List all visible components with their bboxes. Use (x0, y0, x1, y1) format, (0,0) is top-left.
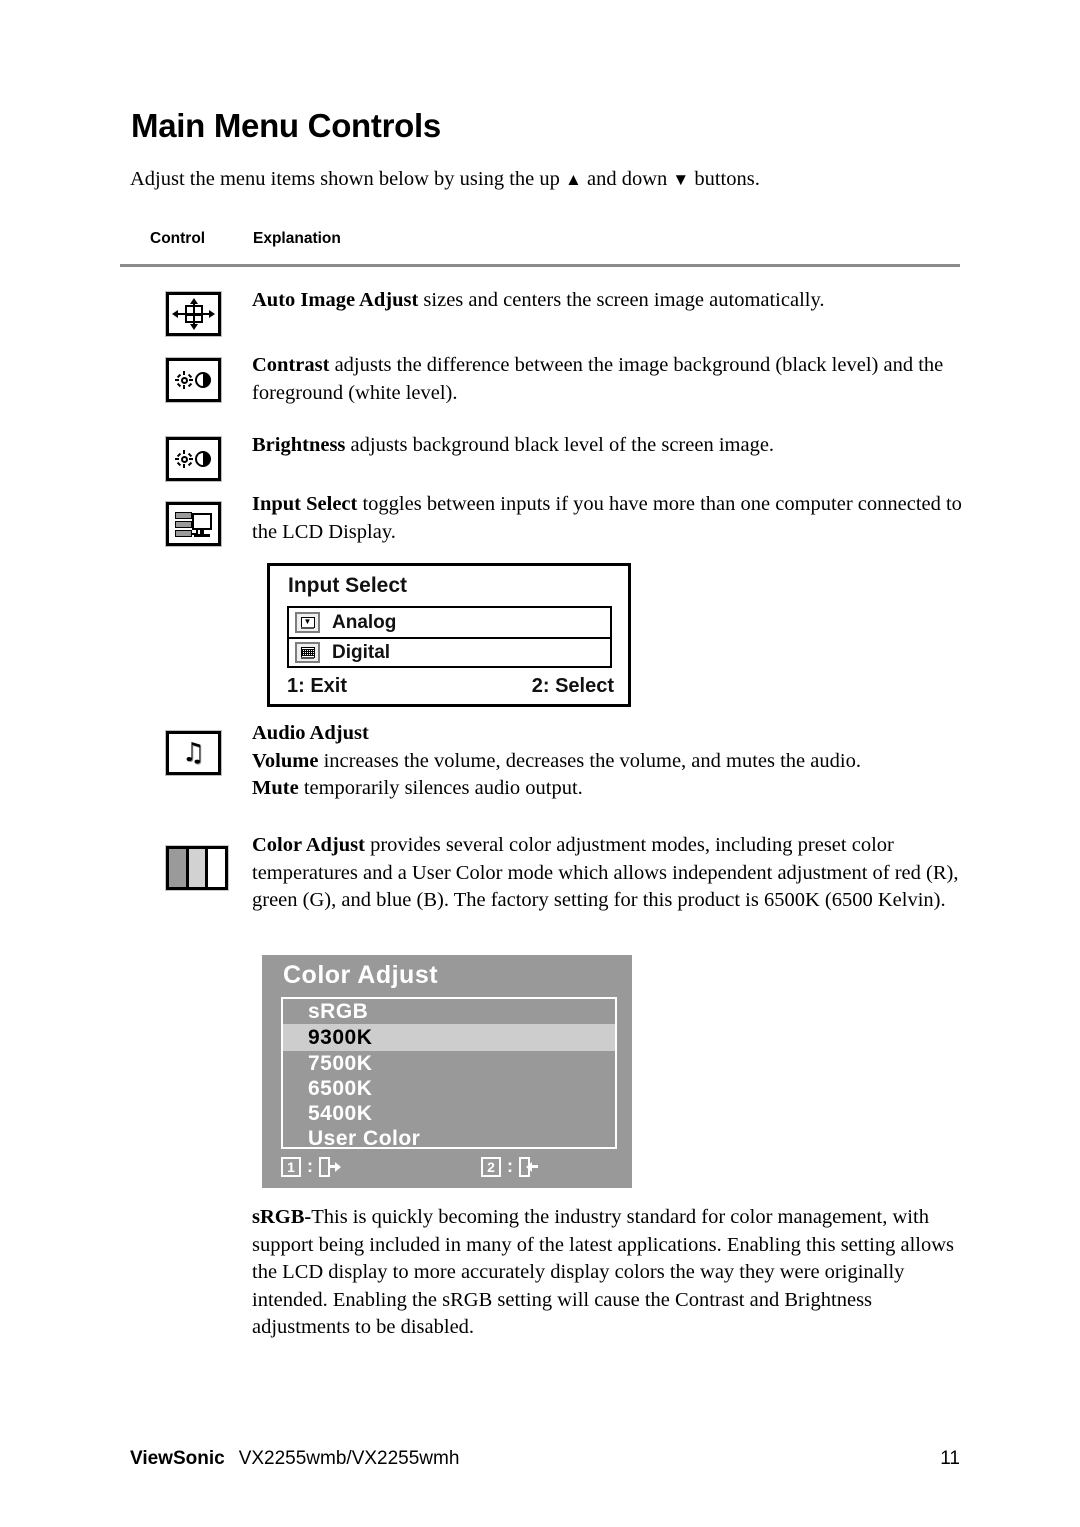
control-description-audio-adjust: Audio Adjust Volume increases the volume… (252, 720, 964, 803)
osd-option-label: Digital (332, 641, 391, 663)
srgb-paragraph: sRGB-This is quickly becoming the indust… (252, 1204, 964, 1342)
intro-suffix: buttons. (689, 168, 760, 190)
down-triangle-icon: ▼ (672, 170, 690, 189)
control-description-input-select: Input Select toggles between inputs if y… (252, 491, 964, 546)
music-note-glyph: ♫ (181, 738, 206, 768)
control-description-color-adjust: Color Adjust provides several color adju… (252, 832, 964, 915)
control-body: adjusts the difference between the image… (252, 354, 944, 404)
control-description-brightness: Brightness adjusts background black leve… (252, 432, 964, 460)
osd-option-5400k[interactable]: 5400K (283, 1101, 615, 1126)
osd-title: Input Select (288, 574, 408, 597)
contrast-icon (166, 358, 221, 402)
input-select-osd-panel: Input Select ▼ Analog Digital 1: Exit 2:… (267, 563, 631, 707)
control-body: sizes and centers the screen image autom… (418, 289, 825, 311)
osd-option-srgb[interactable]: sRGB (283, 999, 615, 1024)
control-body-volume: increases the volume, decreases the volu… (318, 749, 861, 772)
control-body: adjusts background black level of the sc… (345, 434, 775, 456)
monitor-analog-icon: ▼ (295, 612, 320, 633)
osd-footer: 1: 2: (281, 1156, 614, 1182)
srgb-body: This is quickly becoming the industry st… (252, 1206, 955, 1338)
up-triangle-icon: ▲ (565, 170, 582, 189)
control-term: Color Adjust (252, 834, 365, 856)
control-description-contrast: Contrast adjusts the difference between … (252, 352, 964, 407)
osd-option-label: 5400K (308, 1101, 373, 1125)
control-term: Brightness (252, 434, 346, 456)
enter-door-arrow-in-icon (519, 1156, 541, 1177)
osd-footer-key-2[interactable]: 2: (481, 1156, 541, 1177)
sun-glyph (175, 371, 193, 389)
intro-sentence: Adjust the menu items shown below by usi… (130, 168, 760, 191)
page-number: 11 (940, 1448, 960, 1469)
intro-middle: and down (581, 168, 673, 190)
control-term: Auto Image Adjust (252, 289, 419, 311)
osd-option-label: 6500K (308, 1076, 373, 1100)
input-select-icon (166, 502, 221, 546)
half-circle-glyph (195, 372, 211, 388)
control-term: Contrast (252, 354, 330, 376)
key-2-separator: : (507, 1156, 513, 1176)
control-term: Input Select (252, 493, 358, 515)
control-description-auto-image-adjust: Auto Image Adjust sizes and centers the … (252, 287, 964, 315)
osd-footer-select[interactable]: 2: Select (532, 675, 614, 698)
osd-footer-exit[interactable]: 1: Exit (287, 675, 347, 698)
page-footer: ViewSonic VX2255wmb/VX2255wmh 11 (130, 1448, 960, 1470)
control-body-mute: temporarily silences audio output. (298, 777, 583, 799)
osd-option-label: 7500K (308, 1051, 373, 1075)
monitor-digital-icon (295, 642, 320, 663)
osd-option-list: sRGB 9300K 7500K 6500K 5400K User Color (281, 997, 617, 1151)
osd-title: Color Adjust (283, 961, 439, 989)
osd-option-analog[interactable]: ▼ Analog (289, 608, 610, 637)
key-1-cap: 1 (281, 1156, 301, 1177)
page-title: Main Menu Controls (131, 107, 441, 144)
osd-option-label: 9300K (308, 1025, 373, 1049)
osd-footer: 1: Exit 2: Select (287, 675, 614, 698)
control-body: toggles between inputs if you have more … (252, 493, 962, 543)
column-header-explanation: Explanation (253, 230, 341, 247)
osd-option-7500k[interactable]: 7500K (283, 1051, 615, 1076)
key-2-cap: 2 (481, 1156, 501, 1177)
column-header-control: Control (150, 230, 206, 247)
osd-option-9300k[interactable]: 9300K (283, 1024, 615, 1051)
osd-option-list: ▼ Analog Digital (287, 606, 612, 668)
osd-option-6500k[interactable]: 6500K (283, 1076, 615, 1101)
brightness-icon (166, 437, 221, 481)
intro-prefix: Adjust the menu items shown below by usi… (130, 168, 566, 190)
header-divider (120, 264, 960, 267)
model-name: VX2255wmb/VX2255wmh (238, 1448, 460, 1469)
sun-glyph (175, 450, 193, 468)
audio-adjust-icon: ♫ ♫ (166, 731, 221, 775)
srgb-term: sRGB- (252, 1206, 312, 1228)
osd-option-user-color[interactable]: User Color (283, 1126, 615, 1151)
control-term: Audio Adjust (252, 722, 369, 744)
key-1-separator: : (307, 1156, 313, 1176)
osd-option-label: Analog (332, 611, 397, 633)
brand-name: ViewSonic (130, 1448, 225, 1469)
control-term-volume: Volume (252, 749, 319, 772)
half-circle-glyph (195, 451, 211, 467)
osd-option-label: User Color (308, 1126, 421, 1150)
control-term-mute: Mute (252, 777, 299, 799)
document-page: Main Menu Controls Adjust the menu items… (0, 0, 1080, 1527)
osd-option-label: sRGB (308, 999, 369, 1023)
color-adjust-osd-panel: Color Adjust sRGB 9300K 7500K 6500K 5400… (262, 955, 632, 1188)
exit-door-arrow-out-icon (319, 1156, 341, 1177)
color-adjust-icon (166, 846, 228, 890)
auto-image-adjust-icon (166, 292, 221, 336)
osd-footer-key-1[interactable]: 1: (281, 1156, 341, 1177)
osd-option-digital[interactable]: Digital (289, 637, 610, 666)
